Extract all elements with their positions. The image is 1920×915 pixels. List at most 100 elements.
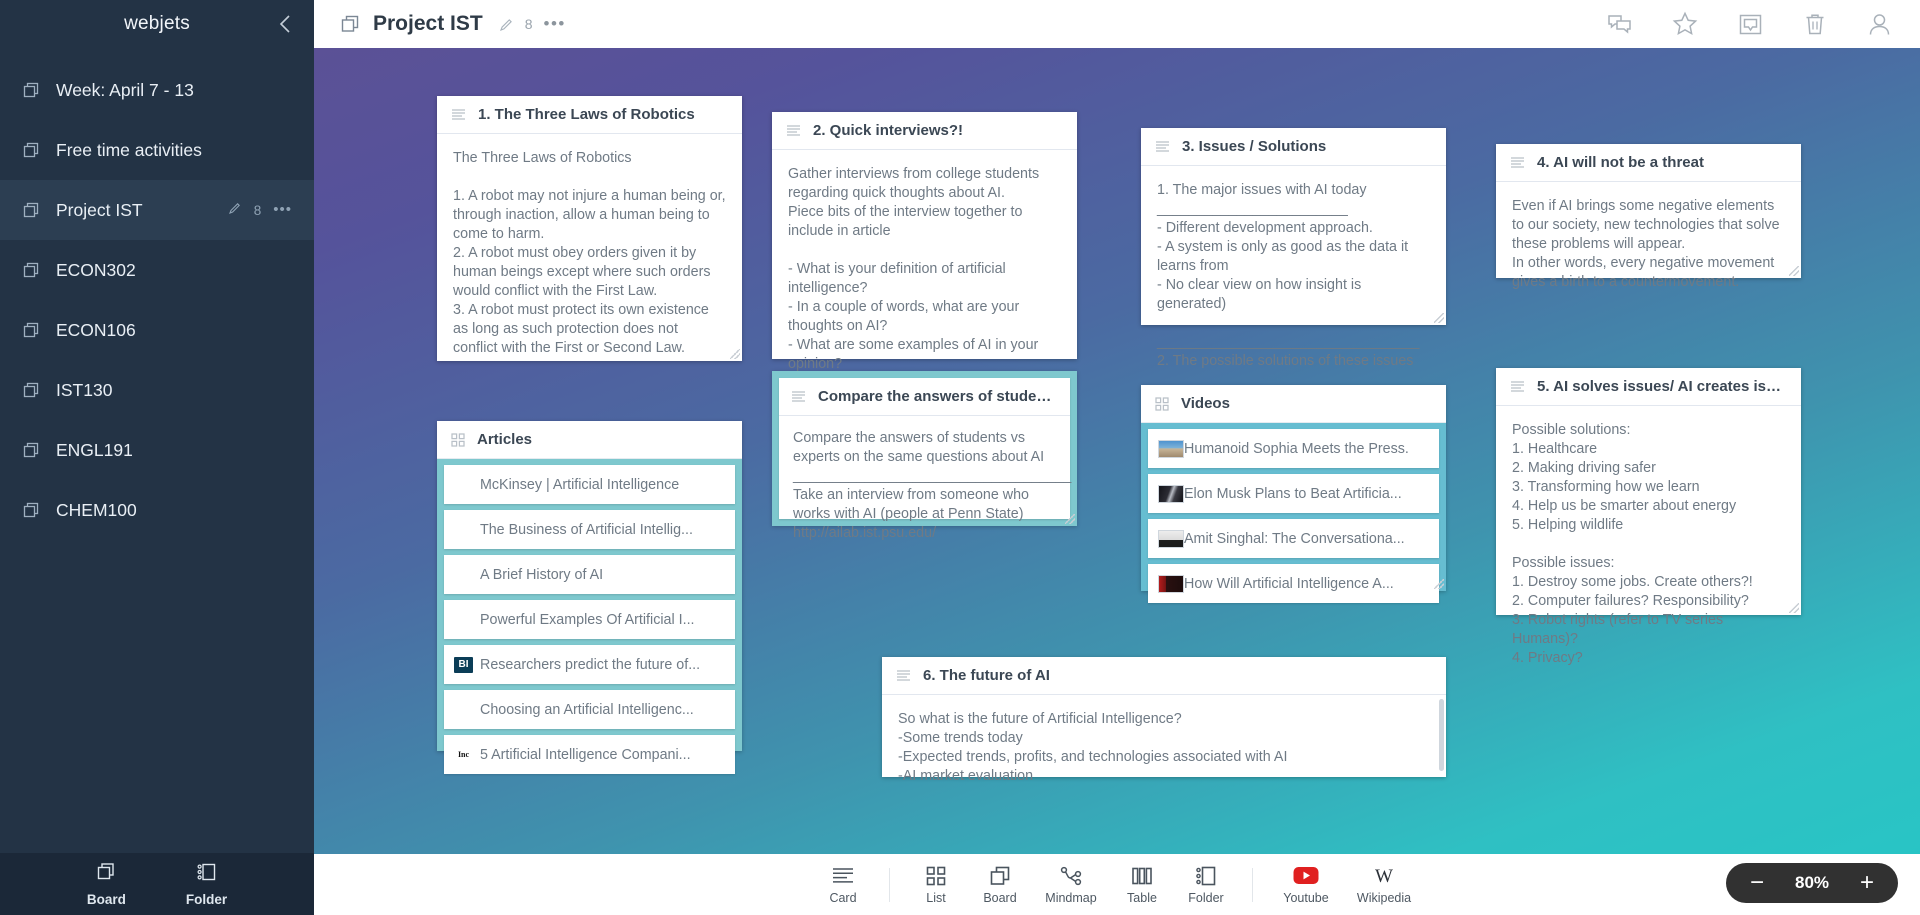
- list-item[interactable]: BI Researchers predict the future of...: [444, 645, 735, 684]
- grid-dots-icon: [1155, 396, 1169, 411]
- grid-dots-icon: [451, 432, 465, 447]
- card-articles[interactable]: Articles McKinsey | Artificial Intellige…: [437, 421, 742, 774]
- card-header[interactable]: Articles: [437, 421, 742, 459]
- list-item[interactable]: Choosing an Artificial Intelligenc...: [444, 690, 735, 729]
- card-body: 1. The major issues with AI today ______…: [1157, 182, 1420, 369]
- card-header[interactable]: 1. The Three Laws of Robotics: [437, 96, 742, 134]
- favicon-label: BI: [454, 656, 473, 673]
- view-list-label: List: [926, 890, 946, 905]
- list-item-title: Researchers predict the future of...: [480, 656, 701, 673]
- card-header[interactable]: Videos: [1141, 385, 1446, 423]
- view-board-label: Board: [983, 890, 1017, 905]
- list-item[interactable]: Elon Musk Plans to Beat Artificia...: [1148, 474, 1439, 513]
- inc-icon: Inc: [454, 746, 480, 763]
- sidebar-item-free-time[interactable]: Free time activities: [0, 120, 314, 180]
- resize-handle[interactable]: [1434, 579, 1444, 589]
- list-item[interactable]: Amit Singhal: The Conversationa...: [1148, 519, 1439, 558]
- card-header[interactable]: 6. The future of AI: [882, 657, 1446, 695]
- card-compare-answers[interactable]: Compare the answers of student... Compar…: [779, 378, 1071, 541]
- view-list-button[interactable]: List: [906, 865, 966, 905]
- sidebar-item-econ106[interactable]: ECON106: [0, 300, 314, 360]
- sidebar-footer-board-button[interactable]: Board: [87, 861, 126, 907]
- user-icon[interactable]: [1867, 12, 1892, 37]
- card-scrollbar[interactable]: [1439, 699, 1444, 771]
- view-card-label: Card: [829, 890, 857, 905]
- card-future-of-ai[interactable]: 6. The future of AI So what is the futur…: [882, 657, 1446, 784]
- card-body: Even if AI brings some negative elements…: [1512, 198, 1780, 290]
- board-stack-icon: [22, 501, 56, 520]
- sidebar-item-week-april[interactable]: Week: April 7 - 13: [0, 60, 314, 120]
- view-folder-button[interactable]: Folder: [1176, 865, 1236, 905]
- chevron-left-icon[interactable]: [274, 13, 296, 35]
- card-issues-solutions[interactable]: 3. Issues / Solutions 1. The major issue…: [1141, 128, 1446, 369]
- card-lines-icon: [832, 865, 854, 887]
- board-stack-icon: [340, 14, 360, 34]
- card-title: 6. The future of AI: [923, 667, 1050, 684]
- card-header[interactable]: 3. Issues / Solutions: [1141, 128, 1446, 166]
- sidebar-item-chem100[interactable]: CHEM100: [0, 480, 314, 540]
- list-item[interactable]: Powerful Examples Of Artificial I...: [444, 600, 735, 639]
- sidebar-item-project-ist[interactable]: Project IST 8 •••: [0, 180, 314, 240]
- view-mindmap-label: Mindmap: [1045, 890, 1097, 905]
- pencil-icon[interactable]: [499, 17, 514, 32]
- card-header[interactable]: 5. AI solves issues/ AI creates issues: [1496, 368, 1801, 406]
- board-canvas[interactable]: 1. The Three Laws of Robotics The Three …: [314, 48, 1920, 915]
- sidebar-item-label: CHEM100: [56, 499, 137, 520]
- card-title: 2. Quick interviews?!: [813, 122, 964, 139]
- card-title: Videos: [1181, 395, 1230, 412]
- chat-icon[interactable]: [1607, 12, 1632, 37]
- card-not-a-threat[interactable]: 4. AI will not be a threat Even if AI br…: [1496, 144, 1801, 290]
- video-thumb-singhal: [1158, 529, 1184, 548]
- trash-icon[interactable]: [1803, 12, 1827, 37]
- board-stack-icon: [22, 381, 56, 400]
- sidebar-item-econ302[interactable]: ECON302: [0, 240, 314, 300]
- resize-handle[interactable]: [1065, 514, 1075, 524]
- list-item[interactable]: The Business of Artificial Intellig...: [444, 510, 735, 549]
- card-body: Gather interviews from college students …: [788, 166, 1040, 372]
- card-three-laws[interactable]: 1. The Three Laws of Robotics The Three …: [437, 96, 742, 361]
- resize-handle[interactable]: [730, 349, 740, 359]
- zoom-control: − 80% +: [1726, 863, 1898, 903]
- list-item[interactable]: Inc 5 Artificial Intelligence Compani...: [444, 735, 735, 774]
- sidebar-footer-folder-button[interactable]: Folder: [186, 861, 227, 907]
- sidebar-item-ist130[interactable]: IST130: [0, 360, 314, 420]
- board-stack-icon: [22, 141, 56, 160]
- card-compare-answers-frame[interactable]: Compare the answers of student... Compar…: [772, 371, 1077, 541]
- pencil-icon[interactable]: [228, 201, 242, 220]
- resize-handle[interactable]: [1434, 313, 1444, 323]
- card-header[interactable]: 4. AI will not be a threat: [1496, 144, 1801, 182]
- text-lines-icon: [1510, 156, 1525, 169]
- sidebar-item-engl191[interactable]: ENGL191: [0, 420, 314, 480]
- sidebar: webjets Week: April 7 - 13 Free time act…: [0, 0, 314, 915]
- folder-panel-icon: [196, 861, 218, 888]
- card-header[interactable]: Compare the answers of student...: [779, 378, 1070, 416]
- more-dots-icon[interactable]: •••: [273, 202, 292, 217]
- more-dots-icon[interactable]: •••: [544, 15, 566, 32]
- source-wikipedia-button[interactable]: W Wikipedia: [1347, 865, 1421, 905]
- zoom-out-button[interactable]: −: [1746, 871, 1768, 895]
- card-solves-creates[interactable]: 5. AI solves issues/ AI creates issues P…: [1496, 368, 1801, 666]
- list-item[interactable]: How Will Artificial Intelligence A...: [1148, 564, 1439, 603]
- resize-handle[interactable]: [1789, 603, 1799, 613]
- list-item-title: How Will Artificial Intelligence A...: [1184, 575, 1394, 592]
- list-item-title: The Business of Artificial Intellig...: [480, 521, 693, 538]
- wikipedia-icon: W: [1371, 865, 1397, 887]
- resize-handle[interactable]: [1789, 266, 1799, 276]
- view-board-button[interactable]: Board: [970, 865, 1030, 905]
- sidebar-item-label: IST130: [56, 379, 113, 400]
- list-item[interactable]: McKinsey | Artificial Intelligence: [444, 465, 735, 504]
- comment-box-icon[interactable]: [1738, 12, 1763, 37]
- zoom-in-button[interactable]: +: [1856, 871, 1878, 895]
- view-card-button[interactable]: Card: [813, 865, 873, 905]
- star-icon[interactable]: [1672, 11, 1698, 37]
- list-item[interactable]: A Brief History of AI: [444, 555, 735, 594]
- view-switcher: Card List Board Mindmap Table Folder You…: [811, 865, 1423, 905]
- card-videos[interactable]: Videos Humanoid Sophia Meets the Press. …: [1141, 385, 1446, 603]
- list-item-title: A Brief History of AI: [480, 566, 604, 583]
- list-item[interactable]: Humanoid Sophia Meets the Press.: [1148, 429, 1439, 468]
- view-table-button[interactable]: Table: [1112, 865, 1172, 905]
- source-youtube-button[interactable]: Youtube: [1269, 865, 1343, 905]
- view-mindmap-button[interactable]: Mindmap: [1034, 865, 1108, 905]
- card-header[interactable]: 2. Quick interviews?!: [772, 112, 1077, 150]
- card-quick-interviews[interactable]: 2. Quick interviews?! Gather interviews …: [772, 112, 1077, 372]
